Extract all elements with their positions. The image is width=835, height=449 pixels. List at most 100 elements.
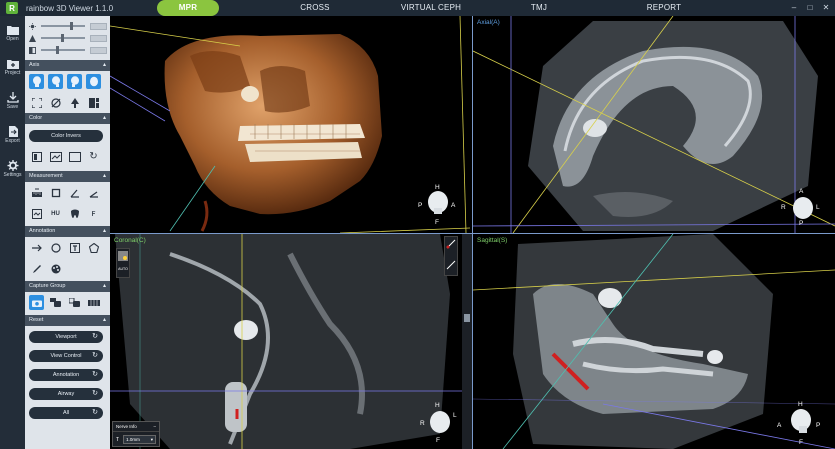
hu-button[interactable]: HU [48, 206, 63, 221]
reset-icon: ↻ [92, 409, 98, 416]
text-button[interactable] [67, 240, 82, 255]
brightness-slider[interactable] [41, 22, 85, 30]
auto-window-button[interactable] [67, 149, 82, 164]
auto-window-icon [68, 151, 81, 162]
nerve-auto-icon[interactable] [445, 259, 457, 271]
contrast-slider-knob[interactable] [60, 34, 64, 42]
minimize-button[interactable]: – [789, 3, 799, 13]
tab-tmj[interactable]: TMJ [519, 0, 559, 16]
nav-project[interactable]: Project [0, 50, 25, 84]
coronal-side-tools[interactable]: AUTO [116, 248, 130, 278]
nerve-thickness-select[interactable]: 1.0mm ▾ [123, 435, 156, 444]
brightness-slider-knob[interactable] [69, 22, 73, 30]
nav-save[interactable]: Save [0, 84, 25, 118]
light-view-button[interactable] [67, 95, 82, 110]
arrow-icon [31, 244, 42, 251]
reslice-icon[interactable] [117, 250, 129, 262]
contrast-icon [29, 34, 36, 42]
section-axis[interactable]: Axis ▴ [25, 60, 110, 71]
area-button[interactable] [48, 185, 63, 200]
viewport-coronal[interactable]: Coronal(C) AUTO Nerve Info – T 1.0mm ▾ H… [110, 234, 472, 449]
reset-view-control-button[interactable]: View Control ↻ [29, 350, 103, 362]
layout-view-button[interactable] [86, 95, 101, 110]
horizontal-divider [110, 233, 835, 234]
camera-icon [31, 300, 42, 307]
arrow-button[interactable] [29, 240, 44, 255]
capture-single-button[interactable] [29, 295, 44, 310]
reset-icon: ↻ [92, 333, 98, 340]
reset-all-button[interactable]: All ↻ [29, 407, 103, 419]
skull-top-view-button[interactable] [86, 74, 101, 89]
section-capture-group-title: Capture Group [29, 283, 66, 289]
palette-button[interactable] [48, 261, 63, 276]
capture-strip-button[interactable] [86, 295, 101, 310]
opacity-slider-row [25, 44, 110, 56]
area-icon [51, 188, 60, 197]
skull-front-view-button[interactable] [29, 74, 44, 89]
close-button[interactable]: ✕ [821, 3, 831, 13]
skull-back-view-button[interactable] [67, 74, 82, 89]
title-bar: R rainbow 3D Viewer 1.1.0 MPR CROSS VIRT… [0, 0, 835, 16]
ruler-button[interactable] [29, 185, 44, 200]
skull-back-icon [70, 76, 79, 87]
colormap-icon [31, 151, 42, 162]
skull-side-icon [51, 76, 60, 87]
profile-button[interactable] [29, 206, 44, 221]
section-capture-group[interactable]: Capture Group ▴ [25, 281, 110, 292]
nav-settings[interactable]: Settings [0, 152, 25, 186]
pen-button[interactable] [29, 261, 44, 276]
fit-view-button[interactable] [29, 95, 44, 110]
app-title: rainbow 3D Viewer 1.1.0 [26, 3, 114, 13]
colormap-gray-button[interactable] [29, 149, 44, 164]
skull-side-view-button[interactable] [48, 74, 63, 89]
angle-2-button[interactable] [86, 185, 101, 200]
sagittal-label: Sagittal(S) [477, 237, 508, 244]
font-button[interactable]: ꜰ [86, 206, 101, 221]
section-annotation[interactable]: Annotation ▴ [25, 226, 110, 237]
nerve-draw-icon[interactable] [445, 238, 457, 250]
maximize-button[interactable]: □ [805, 3, 815, 13]
axial-ct-image [473, 16, 835, 233]
section-color[interactable]: Color ▴ [25, 113, 110, 124]
circle-button[interactable] [48, 240, 63, 255]
section-reset[interactable]: Reset ▴ [25, 315, 110, 326]
viewport-3d[interactable]: H P A F [110, 16, 472, 233]
viewport-sagittal[interactable]: Sagittal(S) H A P F [473, 234, 835, 449]
collapse-icon[interactable]: – [153, 422, 156, 432]
hu-window-button[interactable] [48, 149, 63, 164]
tab-virtual-ceph[interactable]: VIRTUAL CEPH [391, 0, 471, 16]
opacity-slider[interactable] [41, 46, 85, 54]
angle-button[interactable] [67, 185, 82, 200]
main-tabs: MPR CROSS VIRTUAL CEPH TMJ REPORT [157, 0, 689, 16]
contrast-value-box[interactable] [90, 34, 107, 42]
reset-airway-button[interactable]: Airway ↻ [29, 388, 103, 400]
opacity-slider-knob[interactable] [56, 46, 60, 54]
capture-multi-button[interactable] [48, 295, 63, 310]
app-logo: R [6, 2, 18, 14]
opacity-value-box[interactable] [90, 46, 107, 54]
nav-export[interactable]: Export [0, 118, 25, 152]
orient-p: P [816, 422, 821, 429]
tab-report[interactable]: REPORT [639, 0, 689, 16]
orient-l: L [816, 204, 820, 211]
contrast-slider[interactable] [41, 34, 85, 42]
section-measurement[interactable]: Measurement ▴ [25, 171, 110, 182]
color-reset-button[interactable]: ↻ [86, 149, 101, 164]
reset-viewport-button[interactable]: Viewport ↻ [29, 331, 103, 343]
viewport-axial[interactable]: Axial(A) A R L P [473, 16, 835, 233]
color-invert-button[interactable]: Color Invers [29, 130, 103, 142]
polygon-button[interactable] [86, 240, 101, 255]
reset-icon: ↻ [92, 371, 98, 378]
axis-tools [25, 71, 110, 92]
reset-annotation-button[interactable]: Annotation ↻ [29, 369, 103, 381]
capture-view-button[interactable] [67, 295, 82, 310]
coronal-right-tools[interactable] [444, 236, 458, 276]
brightness-value-box[interactable] [90, 22, 107, 30]
orient-h: H [435, 402, 440, 409]
tab-mpr[interactable]: MPR [157, 0, 219, 16]
orientation-skull-coronal [430, 411, 450, 433]
tab-cross[interactable]: CROSS [285, 0, 345, 16]
nav-open[interactable]: Open [0, 16, 25, 50]
rotate-view-button[interactable] [48, 95, 63, 110]
tooth-button[interactable] [67, 206, 82, 221]
